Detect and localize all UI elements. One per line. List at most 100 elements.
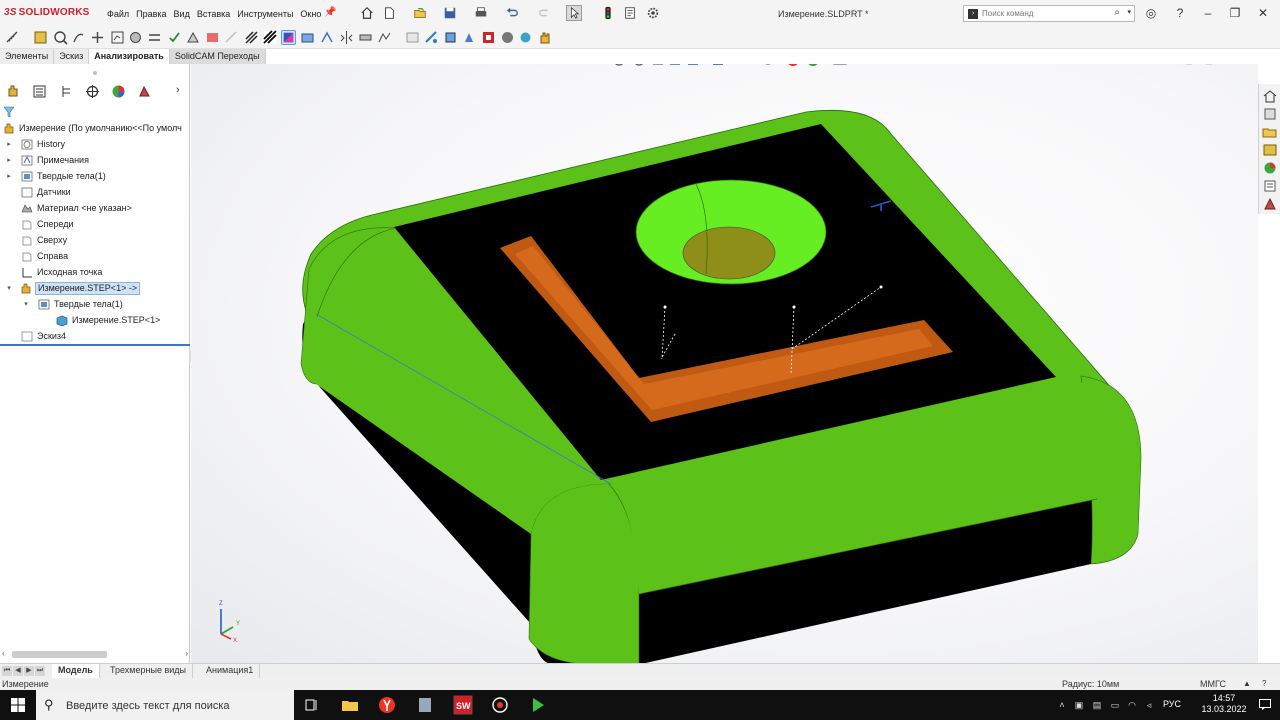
solidworks-logo[interactable]: 3S SOLIDWORKS bbox=[4, 7, 90, 18]
redo-icon[interactable] bbox=[537, 5, 553, 21]
graphics-area[interactable]: Z Y X ▢ ▢ – ❐ bbox=[191, 64, 1258, 664]
menu-edit[interactable]: Правка bbox=[136, 9, 166, 19]
yandex-browser-icon[interactable] bbox=[377, 695, 397, 715]
command-search-input[interactable] bbox=[982, 7, 1102, 20]
expand-arrow-icon[interactable]: ▸ bbox=[5, 137, 13, 152]
tab-solidcam-operations[interactable]: SolidCAM Переходы bbox=[169, 49, 266, 64]
close-icon[interactable]: ✕ bbox=[1255, 6, 1271, 20]
cam-settings-icon[interactable] bbox=[518, 30, 533, 45]
thickness-analysis-icon[interactable] bbox=[358, 30, 373, 45]
status-units[interactable]: ММГС bbox=[1200, 678, 1226, 690]
menu-tools[interactable]: Инструменты bbox=[237, 9, 293, 19]
design-checker-icon[interactable] bbox=[424, 30, 439, 45]
tab-sketch[interactable]: Эскиз bbox=[54, 49, 90, 64]
solidcam-icon[interactable] bbox=[500, 30, 515, 45]
notifications-icon[interactable] bbox=[1259, 699, 1271, 710]
solidworks-taskbar-icon[interactable]: SW bbox=[453, 695, 473, 715]
check-icon[interactable] bbox=[167, 30, 182, 45]
battery-icon[interactable]: ▭ bbox=[1110, 700, 1120, 710]
pin-icon[interactable]: 📌 bbox=[324, 7, 336, 18]
view-palette-icon[interactable] bbox=[1262, 143, 1278, 157]
clearance-icon[interactable] bbox=[147, 30, 162, 45]
chevron-down-icon[interactable]: ▾ bbox=[1127, 8, 1131, 16]
windows-start-icon[interactable] bbox=[11, 698, 25, 712]
dimxpert-tab-icon[interactable] bbox=[85, 84, 100, 99]
tab-features[interactable]: Элементы bbox=[0, 49, 55, 64]
custom-properties-icon[interactable] bbox=[1262, 179, 1278, 193]
model-view[interactable]: Z Y X bbox=[191, 64, 1258, 664]
markup-icon[interactable] bbox=[33, 30, 48, 45]
display-manager-tab-icon[interactable] bbox=[111, 84, 126, 99]
flow-simulation-icon[interactable] bbox=[481, 30, 496, 45]
select-cursor-icon[interactable] bbox=[566, 5, 582, 21]
last-tab-icon[interactable]: ⏭ bbox=[35, 666, 45, 676]
menu-insert[interactable]: Вставка bbox=[197, 9, 230, 19]
minimize-icon[interactable]: – bbox=[1200, 6, 1216, 20]
first-tab-icon[interactable]: ⏮ bbox=[2, 666, 12, 676]
parting-line-icon[interactable] bbox=[320, 30, 335, 45]
menu-file[interactable]: Файл bbox=[107, 9, 129, 19]
traffic-light-icon[interactable] bbox=[600, 5, 616, 21]
keyboard-language[interactable]: РУС bbox=[1163, 699, 1181, 709]
menu-window[interactable]: Окно bbox=[300, 9, 321, 19]
performance-evaluation-icon[interactable] bbox=[110, 30, 125, 45]
taskbar-search[interactable]: ⚲ bbox=[36, 690, 294, 720]
hand-icon[interactable] bbox=[537, 30, 552, 45]
symmetry-check-icon[interactable] bbox=[339, 30, 354, 45]
save-icon[interactable] bbox=[442, 5, 458, 21]
sensor-icon[interactable] bbox=[90, 30, 105, 45]
help-icon[interactable]: ? bbox=[1172, 6, 1188, 20]
simulation-icon[interactable] bbox=[462, 30, 477, 45]
compare-documents-icon[interactable] bbox=[377, 30, 392, 45]
zoom-to-area-icon[interactable] bbox=[634, 64, 644, 66]
new-document-icon[interactable] bbox=[381, 5, 397, 21]
configuration-manager-tab-icon[interactable] bbox=[59, 84, 74, 99]
import-diagnostics-icon[interactable] bbox=[205, 30, 220, 45]
viewport-tile-icon[interactable]: ▢ bbox=[1184, 64, 1193, 66]
tab-model[interactable]: Модель bbox=[52, 664, 100, 678]
undo-icon[interactable] bbox=[504, 5, 520, 21]
tab-evaluate[interactable]: Анализировать bbox=[89, 49, 170, 64]
section-properties-icon[interactable] bbox=[71, 30, 86, 45]
screen-recorder-icon[interactable] bbox=[490, 695, 510, 715]
draft-analysis-icon[interactable] bbox=[281, 30, 296, 45]
home-icon[interactable] bbox=[359, 5, 375, 21]
restore-icon[interactable]: ❐ bbox=[1227, 6, 1243, 20]
viewport-minimize-icon[interactable]: – bbox=[1222, 64, 1228, 66]
expand-arrow-icon[interactable]: ▸ bbox=[5, 153, 13, 168]
viewport-restore-icon[interactable]: ❐ bbox=[1240, 64, 1249, 66]
apply-scene-icon[interactable] bbox=[807, 64, 819, 66]
options-gear-icon[interactable] bbox=[645, 5, 661, 21]
zebra-stripes-icon[interactable] bbox=[244, 30, 259, 45]
task-view-icon[interactable] bbox=[302, 695, 322, 715]
hole-floor[interactable] bbox=[682, 226, 776, 280]
file-properties-icon[interactable] bbox=[622, 5, 638, 21]
wifi-icon[interactable]: ◠ bbox=[1127, 700, 1137, 710]
zoom-to-fit-icon[interactable] bbox=[614, 64, 624, 66]
costing-icon[interactable] bbox=[405, 30, 420, 45]
prev-tab-icon[interactable]: ◀ bbox=[13, 666, 23, 676]
rollback-bar[interactable] bbox=[0, 344, 190, 346]
measure-icon[interactable] bbox=[5, 30, 20, 45]
menu-view[interactable]: Вид bbox=[174, 9, 190, 19]
collapse-arrow-icon[interactable]: ▾ bbox=[5, 281, 13, 296]
print-icon[interactable] bbox=[473, 5, 489, 21]
document-app-icon[interactable] bbox=[415, 695, 435, 715]
command-search[interactable]: › ⌕ ▾ bbox=[963, 5, 1135, 22]
user-account-icon[interactable]: ◎ bbox=[1143, 6, 1159, 20]
curvature-icon[interactable] bbox=[263, 30, 278, 45]
panel-collapse-handle[interactable] bbox=[92, 70, 98, 76]
collapse-arrow-icon[interactable]: ▾ bbox=[22, 297, 30, 312]
open-folder-icon[interactable] bbox=[412, 5, 428, 21]
scroll-thumb[interactable] bbox=[12, 651, 107, 658]
reference-point[interactable] bbox=[663, 305, 667, 309]
tray-expand-icon[interactable]: ˄ bbox=[1057, 700, 1067, 710]
section-view-icon[interactable] bbox=[670, 64, 680, 65]
scroll-right-icon[interactable]: › bbox=[185, 649, 188, 658]
edit-appearance-icon[interactable] bbox=[787, 64, 799, 66]
undercut-analysis-icon[interactable] bbox=[300, 30, 315, 45]
scroll-left-icon[interactable]: ‹ bbox=[2, 649, 5, 658]
taskbar-clock[interactable]: 14:57 13.03.2022 bbox=[1200, 693, 1248, 715]
deviation-analysis-icon[interactable] bbox=[224, 30, 239, 45]
geometry-analysis-icon[interactable] bbox=[186, 30, 201, 45]
